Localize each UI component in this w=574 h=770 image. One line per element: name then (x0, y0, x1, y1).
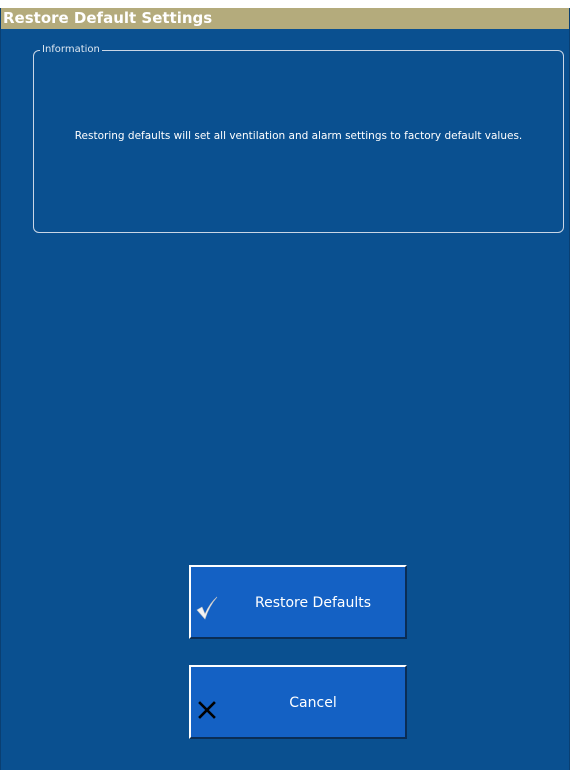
information-message: Restoring defaults will set all ventilat… (74, 130, 523, 142)
cancel-button[interactable]: Cancel (189, 665, 407, 739)
cancel-label: Cancel (289, 695, 337, 711)
information-legend: Information (40, 43, 102, 57)
close-icon (195, 695, 219, 721)
restore-defaults-label: Restore Defaults (254, 595, 372, 611)
information-groupbox: Information Restoring defaults will set … (33, 43, 564, 233)
checkmark-icon (195, 595, 219, 621)
restore-defaults-dialog: Restore Default Settings Information Res… (0, 8, 570, 770)
window-title: Restore Default Settings (1, 8, 569, 29)
restore-defaults-button[interactable]: Restore Defaults (189, 565, 407, 639)
